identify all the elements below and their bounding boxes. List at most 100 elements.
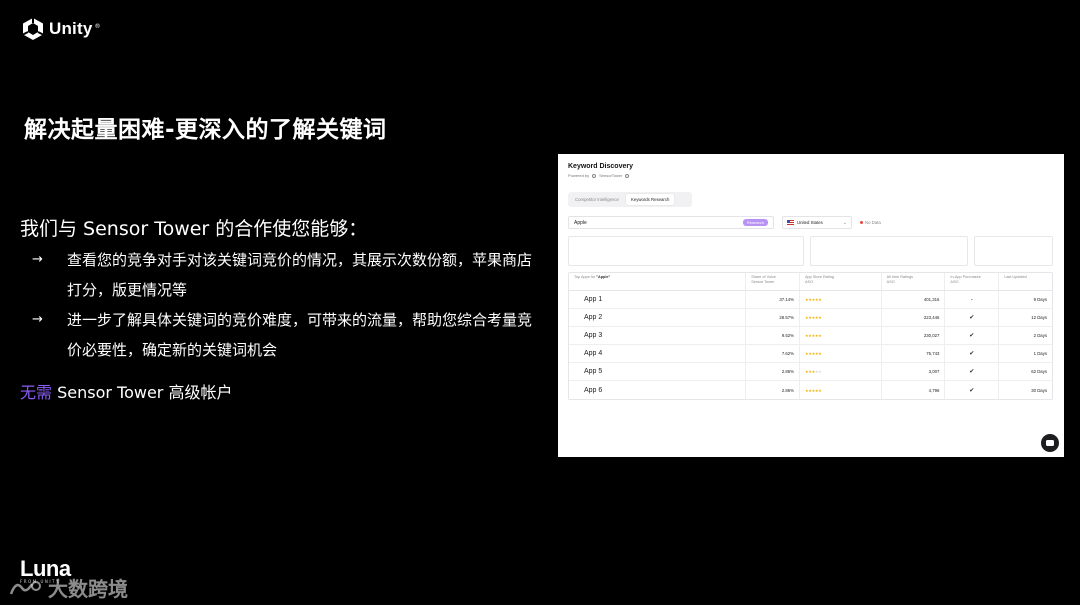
share-value: 7.62% xyxy=(781,351,794,356)
watermark-text: 大数跨境 xyxy=(48,577,128,601)
rating-cell: ★★★★★ xyxy=(800,309,882,326)
bullet-text: 查看您的竞争对手对该关键词竞价的情况，其展示次数份额，苹果商店打分，版更情况等 xyxy=(67,251,533,299)
iap-value: ✔ xyxy=(969,369,975,375)
keyword-search-field[interactable]: Apple Research xyxy=(568,216,774,229)
share-cell: 28.57% xyxy=(746,309,800,326)
status-dot-icon xyxy=(860,221,863,224)
table-row[interactable]: App 2 28.57% ★★★★★ 223,446 ✔ 12 Days xyxy=(569,309,1052,327)
chat-button[interactable] xyxy=(1041,434,1059,452)
rating-cell: ★★★★★ xyxy=(800,327,882,344)
iap-cell: ✔ xyxy=(945,381,1000,399)
table-row[interactable]: App 4 7.62% ★★★★★ 75,743 ✔ 1 Days xyxy=(569,345,1052,363)
intro-text: 我们与 Sensor Tower 的合作使您能够： xyxy=(20,218,368,240)
ratings-count: 230,027 xyxy=(923,333,940,338)
app-name-cell: App 6 xyxy=(569,381,747,399)
column-header: In-App Purchases ASO xyxy=(945,273,1000,290)
arrow-icon: → xyxy=(32,252,43,267)
share-cell: 7.62% xyxy=(746,345,800,362)
updated-cell: 12 Days xyxy=(999,309,1052,326)
country-select[interactable]: United States ⌄ xyxy=(782,216,852,229)
star-rating-icon: ★★★★★ xyxy=(805,297,822,302)
country-label: United States xyxy=(797,220,823,225)
rating-cell: ★★★★★ xyxy=(800,363,882,380)
updated-cell: 9 Days xyxy=(999,291,1052,308)
updated-cell: 62 Days xyxy=(999,363,1052,380)
chat-bubble-icon xyxy=(1046,440,1054,446)
star-rating-icon: ★★★★★ xyxy=(805,369,822,374)
app-name: App 1 xyxy=(584,296,603,303)
watermark-logo-icon xyxy=(9,580,41,594)
top-apps-table: Top Apps for "Apple" Share of Voice Senso… xyxy=(568,272,1053,400)
updated-value: 62 Days xyxy=(1031,369,1047,374)
summary-card xyxy=(810,236,968,266)
app-name-cell: App 2 xyxy=(569,309,747,326)
keyword-discovery-screenshot: Keyword Discovery Powered by SensorTower… xyxy=(558,154,1064,457)
iap-value: ✔ xyxy=(969,333,975,339)
app-name-cell: App 4 xyxy=(569,345,747,362)
tab-keywords-research[interactable]: Keywords Research xyxy=(625,194,675,205)
iap-value: ✔ xyxy=(969,387,975,394)
ratings-count: 401,316 xyxy=(923,297,940,302)
tab-competitor-intelligence[interactable]: Competitor Intelligence xyxy=(570,194,624,205)
rating-cell: ★★★★★ xyxy=(800,345,882,362)
app-name: App 3 xyxy=(584,332,603,339)
star-rating-icon: ★★★★★ xyxy=(805,387,822,393)
ratings-count-cell: 75,743 xyxy=(882,345,946,362)
updated-value: 2 Days xyxy=(1033,333,1047,338)
note-text: Sensor Tower 高级帐户 xyxy=(52,383,233,402)
kd-powered-by: Powered by SensorTower xyxy=(568,173,630,178)
unity-logo: Unity ® xyxy=(22,17,101,41)
app-name: App 2 xyxy=(584,314,603,321)
table-row[interactable]: App 5 2.86% ★★★★★ 3,007 ✔ 62 Days xyxy=(569,363,1052,381)
summary-card xyxy=(568,236,804,266)
iap-value: ✔ xyxy=(969,315,975,321)
iap-cell: ✔ xyxy=(945,363,1000,380)
iap-cell: ✔ xyxy=(945,309,1000,326)
iap-value: - xyxy=(970,296,973,303)
info-icon xyxy=(625,173,630,178)
powered-label: Powered by xyxy=(568,173,590,178)
research-button[interactable]: Research xyxy=(742,219,768,226)
iap-value: ✔ xyxy=(969,351,975,357)
iap-cell: ✔ xyxy=(945,345,1000,362)
updated-cell: 1 Days xyxy=(999,345,1052,362)
rating-cell: ★★★★★ xyxy=(800,381,882,399)
app-name: App 6 xyxy=(584,386,603,394)
us-flag-icon xyxy=(787,220,794,225)
star-rating-icon: ★★★★★ xyxy=(805,351,822,356)
table-header: Top Apps for "Apple" Share of Voice Senso… xyxy=(569,273,1052,291)
slide-title: 解决起量困难-更深入的了解关键词 xyxy=(24,117,387,143)
column-header: App Store Rating ASO xyxy=(800,273,882,290)
bullet-item: → 查看您的竞争对手对该关键词竞价的情况，其展示次数份额，苹果商店打分，版更情况… xyxy=(32,245,542,305)
ratings-count: 4,796 xyxy=(928,387,940,393)
table-body: App 1 37.14% ★★★★★ 401,316 - 9 Days App 2 28.57… xyxy=(569,291,1052,399)
table-row[interactable]: App 1 37.14% ★★★★★ 401,316 - 9 Days xyxy=(569,291,1052,309)
arrow-icon: → xyxy=(32,312,43,327)
search-value: Apple xyxy=(574,219,587,226)
rating-cell: ★★★★★ xyxy=(800,291,882,308)
share-value: 2.86% xyxy=(781,369,794,374)
kd-title: Keyword Discovery xyxy=(568,163,633,170)
app-name-cell: App 1 xyxy=(569,291,747,308)
watermark: 大数跨境 xyxy=(8,573,128,602)
unity-cube-icon xyxy=(22,18,44,40)
app-name: App 4 xyxy=(584,350,603,357)
updated-cell: 2 Days xyxy=(999,327,1052,344)
updated-value: 12 Days xyxy=(1031,315,1047,320)
share-value: 9.52% xyxy=(781,333,794,338)
bullet-item: → 进一步了解具体关键词的竞价难度，可带来的流量，帮助您综合考量竞价必要性，确定… xyxy=(32,305,542,365)
share-value: 28.57% xyxy=(779,315,794,320)
table-row[interactable]: App 3 9.52% ★★★★★ 230,027 ✔ 2 Days xyxy=(569,327,1052,345)
share-cell: 37.14% xyxy=(746,291,800,308)
share-value: 37.14% xyxy=(779,297,794,302)
ratings-count: 3,007 xyxy=(928,369,940,374)
ratings-count-cell: 230,027 xyxy=(882,327,946,344)
sensortower-icon xyxy=(592,173,597,178)
ratings-count: 75,743 xyxy=(926,351,940,356)
table-row[interactable]: App 6 2.86% ★★★★★ 4,796 ✔ 30 Days xyxy=(569,381,1052,399)
share-cell: 2.86% xyxy=(746,363,800,380)
app-name-cell: App 3 xyxy=(569,327,747,344)
star-rating-icon: ★★★★★ xyxy=(805,315,822,320)
ratings-count-cell: 3,007 xyxy=(882,363,946,380)
column-header: All time Ratings ASO xyxy=(882,273,946,290)
